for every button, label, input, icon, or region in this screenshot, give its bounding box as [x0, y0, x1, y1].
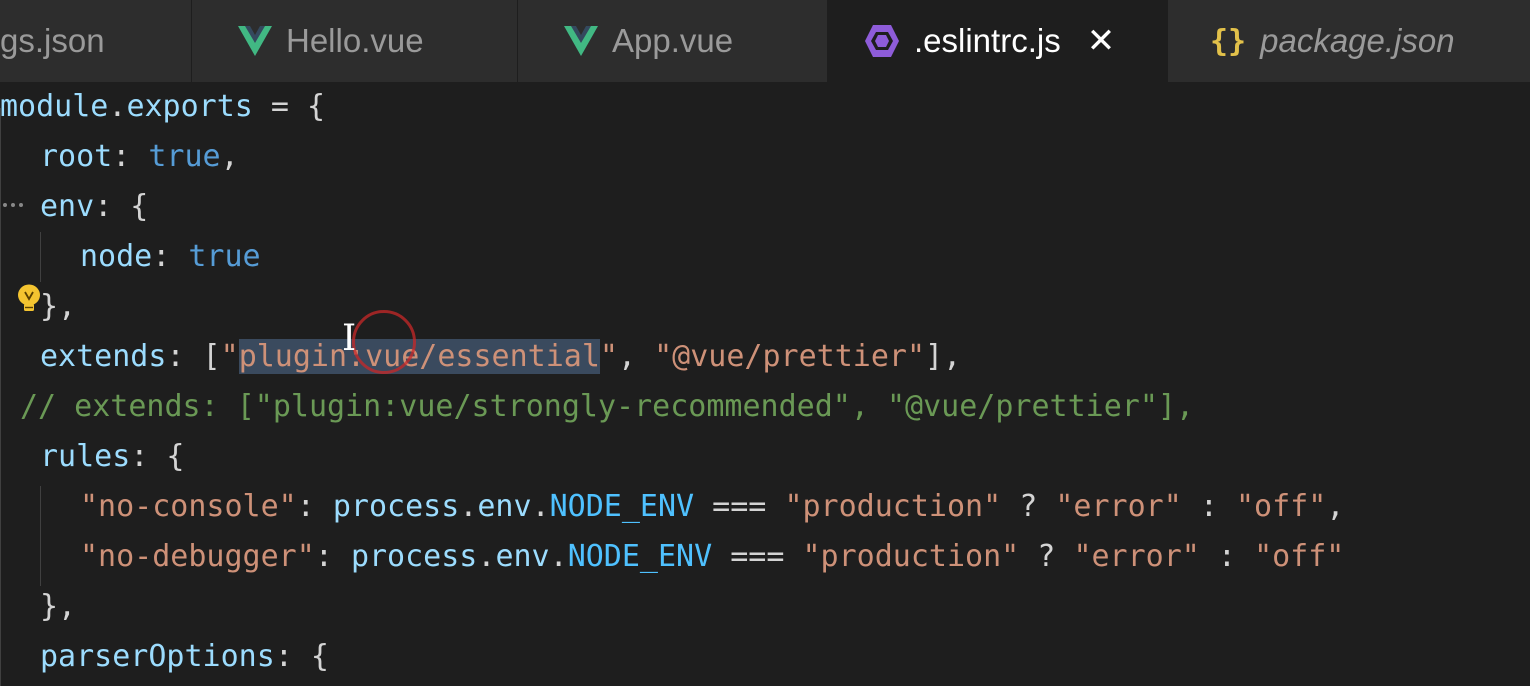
tab-hello-vue[interactable]: Hello.vue [192, 0, 518, 82]
code-comment: // extends: ["plugin:vue/strongly-recomm… [20, 389, 1194, 424]
code-token: "error" [1055, 489, 1182, 524]
indent-guide [40, 486, 41, 586]
tab-label: App.vue [612, 22, 734, 59]
code-token: . [108, 89, 127, 124]
code-token: env [477, 489, 532, 524]
code-token: }, [40, 589, 77, 624]
eslint-icon [864, 24, 900, 58]
code-token: : [1199, 539, 1255, 574]
code-editor[interactable]: module.exports = { root: true, env: { no… [0, 82, 1530, 686]
code-token: process [350, 539, 478, 574]
code-token: "production" [784, 489, 1002, 524]
code-token: extends [40, 339, 167, 374]
code-token: " [599, 339, 618, 374]
code-token: : [296, 489, 333, 524]
code-token: env [40, 189, 95, 224]
tab-label: .eslintrc.js [914, 22, 1061, 59]
code-token: === [712, 539, 803, 574]
code-token: }, [40, 289, 77, 324]
tab-label: gs.json [0, 22, 105, 59]
code-token: : [314, 539, 351, 574]
code-line-3: env: { [40, 182, 148, 232]
code-line-4: node: true [80, 232, 261, 282]
code-token: parserOptions [40, 639, 275, 674]
indent-guide [40, 232, 41, 282]
code-token: . [549, 539, 568, 574]
code-line-1: module.exports = { [0, 82, 325, 132]
code-token: true [188, 239, 261, 274]
code-token: NODE_ENV [549, 489, 695, 524]
tab-label: package.json [1260, 22, 1455, 59]
code-token: : [152, 239, 189, 274]
code-token: "@vue/prettier" [654, 339, 926, 374]
code-token: "production" [802, 539, 1020, 574]
code-token: ], [925, 339, 962, 374]
code-token: "no-debugger" [80, 539, 315, 574]
close-icon[interactable]: ✕ [1087, 21, 1116, 61]
code-token: rules [40, 439, 131, 474]
code-token: env [495, 539, 550, 574]
click-indicator [352, 310, 416, 374]
code-token: : { [130, 439, 185, 474]
code-token: ? [1001, 489, 1056, 524]
code-token: "error" [1073, 539, 1200, 574]
code-token: ? [1019, 539, 1074, 574]
code-token: . [477, 539, 496, 574]
code-token: = { [252, 89, 326, 124]
code-token: . [531, 489, 550, 524]
code-token: node [80, 239, 153, 274]
code-token: root [40, 139, 113, 174]
code-token: : { [94, 189, 149, 224]
code-token: true [148, 139, 221, 174]
code-token: " [220, 339, 239, 374]
tab-bar: gs.json Hello.vue App.vue .eslintrc.js ✕… [0, 0, 1530, 82]
tab-package-json[interactable]: {} package.json [1168, 0, 1530, 82]
code-line-9: "no-console": process.env.NODE_ENV === "… [80, 482, 1344, 532]
code-token: module [0, 89, 109, 124]
code-token: : [112, 139, 149, 174]
code-token: : { [274, 639, 329, 674]
code-line-11: }, [40, 582, 76, 632]
tab-settings-json[interactable]: gs.json [0, 0, 192, 82]
code-line-5: }, [40, 282, 76, 332]
tab-label: Hello.vue [286, 22, 424, 59]
text-cursor-icon: I [342, 318, 357, 359]
json-icon: {} [1210, 23, 1247, 59]
code-token: . [459, 489, 478, 524]
code-token: , [1326, 489, 1345, 524]
code-line-6: extends: ["plugin:vue/essential", "@vue/… [40, 332, 961, 382]
code-line-8: rules: { [40, 432, 185, 482]
code-token: NODE_ENV [567, 539, 713, 574]
lightbulb-icon[interactable] [16, 284, 42, 314]
code-token: exports [126, 89, 253, 124]
code-token: "off" [1236, 489, 1327, 524]
code-line-2: root: true, [40, 132, 239, 182]
code-token: : [1181, 489, 1236, 524]
code-token: : [ [166, 339, 221, 374]
tab-eslintrc-js[interactable]: .eslintrc.js ✕ [828, 0, 1168, 82]
selected-text[interactable]: plugin:vue/essential [238, 339, 600, 374]
code-token: , [617, 339, 655, 374]
code-token: process [332, 489, 460, 524]
code-token: "no-console" [80, 489, 297, 524]
code-line-12: parserOptions: { [40, 632, 329, 682]
code-token: , [220, 139, 239, 174]
tab-app-vue[interactable]: App.vue [518, 0, 828, 82]
indent-guide [0, 108, 1, 686]
code-line-7: // extends: ["plugin:vue/strongly-recomm… [20, 382, 1194, 432]
code-line-10: "no-debugger": process.env.NODE_ENV === … [80, 532, 1344, 582]
vue-icon [238, 26, 272, 56]
code-token: === [694, 489, 785, 524]
fold-dots-icon [3, 203, 23, 207]
vue-icon [564, 26, 598, 56]
code-token: "off" [1254, 539, 1345, 574]
